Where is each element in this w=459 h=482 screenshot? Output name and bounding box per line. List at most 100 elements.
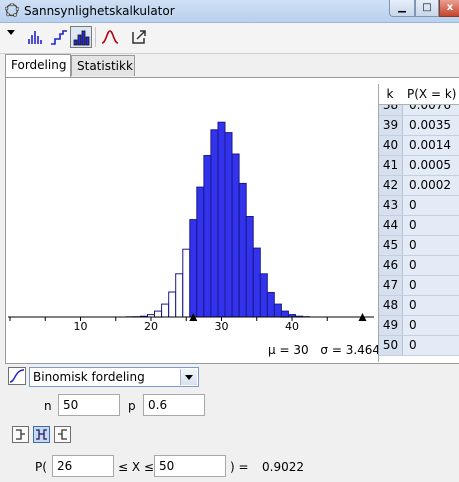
distribution-select-value: Binomisk fordeling xyxy=(33,370,145,384)
p-input[interactable]: 0.6 xyxy=(143,394,205,416)
chart-bar xyxy=(175,273,184,318)
row-probability: 0 xyxy=(403,336,459,355)
table-row[interactable]: 40 0.0014 xyxy=(379,136,459,156)
row-k: 50 xyxy=(379,336,403,355)
tab-fordeling[interactable]: Fordeling xyxy=(5,54,71,77)
p-label: p xyxy=(128,399,136,413)
chart-bar xyxy=(280,310,289,318)
table-row[interactable]: 44 0 xyxy=(379,216,459,236)
chart-bar xyxy=(189,219,198,318)
table-row[interactable]: 48 0 xyxy=(379,296,459,316)
table-header: k P(X = k) xyxy=(379,84,459,105)
table-row[interactable]: 49 0 xyxy=(379,316,459,336)
x-tick-label: 30 xyxy=(215,320,229,333)
probability-equals: ) = xyxy=(230,460,249,474)
bell-curve-icon xyxy=(101,30,119,44)
maximize-icon: □ xyxy=(422,2,432,13)
chart-bar xyxy=(273,303,282,318)
probability-table[interactable]: k P(X = k) 38 0.0076 39 0.0035 40 0.0014 41 0.0… xyxy=(378,84,459,362)
x-tick-label: 40 xyxy=(285,320,299,333)
mean-value: μ = 30 xyxy=(268,343,309,357)
chart-bar xyxy=(154,310,162,318)
table-row[interactable]: 47 0 xyxy=(379,276,459,296)
chart-bar xyxy=(196,186,205,318)
title-bar: Sannsynlighetskalkulator ▁ □ x xyxy=(0,0,459,23)
distribution-chart: 10 20 30 40 xyxy=(8,121,374,333)
table-row[interactable]: 45 0 xyxy=(379,236,459,256)
probability-result: 0.9022 xyxy=(262,460,304,474)
row-probability: 0.0002 xyxy=(403,176,459,195)
table-row[interactable]: 46 0 xyxy=(379,256,459,276)
chart-bar xyxy=(217,121,226,318)
chart-bar xyxy=(252,247,261,318)
toolbar-separator xyxy=(95,27,96,47)
row-probability: 0 xyxy=(403,316,459,335)
upper-bound-input[interactable]: 50 xyxy=(154,455,226,477)
row-k: 48 xyxy=(379,296,403,315)
chart-bar xyxy=(182,248,191,318)
maximize-button[interactable]: □ xyxy=(415,0,439,17)
tab-statistikk[interactable]: Statistikk xyxy=(71,55,135,76)
n-input[interactable]: 50 xyxy=(58,394,120,416)
minimize-button[interactable]: ▁ xyxy=(389,0,415,17)
row-probability: 0 xyxy=(403,256,459,275)
table-row[interactable]: 50 0 xyxy=(379,336,459,356)
minimize-icon: ▁ xyxy=(398,2,406,13)
export-button[interactable] xyxy=(128,26,150,48)
row-k: 40 xyxy=(379,136,403,155)
left-bracket-icon xyxy=(16,429,25,440)
step-function-icon xyxy=(51,30,67,45)
chart-bar xyxy=(231,153,240,318)
row-k: 49 xyxy=(379,316,403,335)
distribution-type-icon[interactable] xyxy=(8,367,26,385)
normal-overlay-button[interactable] xyxy=(99,26,121,48)
lower-bound-input[interactable]: 26 xyxy=(52,455,114,477)
chart-bar xyxy=(266,292,275,318)
bar-chart-icon xyxy=(73,30,90,46)
row-k: 41 xyxy=(379,156,403,175)
probability-operator: ≤ X ≤ xyxy=(118,460,154,474)
right-bracket-icon xyxy=(58,429,67,440)
chart-bar xyxy=(161,303,170,318)
table-row[interactable]: 41 0.0005 xyxy=(379,156,459,176)
histogram-lines-icon xyxy=(28,31,42,44)
row-k: 39 xyxy=(379,116,403,135)
x-tick-label: 10 xyxy=(74,320,88,333)
row-probability: 0.0014 xyxy=(403,136,459,155)
chart-bar xyxy=(238,182,247,318)
row-probability: 0.0035 xyxy=(403,116,459,135)
row-probability: 0.0005 xyxy=(403,156,459,175)
close-button[interactable]: x xyxy=(439,0,459,17)
row-k: 42 xyxy=(379,176,403,195)
bar-chart-button[interactable] xyxy=(70,26,92,48)
chart-bar xyxy=(210,129,219,318)
cumulative-curve-icon xyxy=(9,369,25,383)
app-icon xyxy=(5,3,19,17)
table-row[interactable]: 39 0.0035 xyxy=(379,116,459,136)
right-sided-button[interactable] xyxy=(54,426,71,443)
stats-readout: μ = 30 σ = 3.4641 xyxy=(268,343,396,357)
chart-bar xyxy=(224,132,233,318)
interval-button[interactable] xyxy=(33,426,50,443)
export-icon xyxy=(132,30,146,44)
chart-bar xyxy=(259,273,268,318)
row-probability: 0 xyxy=(403,196,459,215)
toolbar-menu-arrow-icon[interactable] xyxy=(6,29,16,37)
chart-bar xyxy=(168,291,177,318)
distribution-select[interactable]: Binomisk fordeling xyxy=(29,367,199,387)
table-row[interactable]: 43 0 xyxy=(379,196,459,216)
table-row[interactable]: 42 0.0002 xyxy=(379,176,459,196)
x-tick-label: 20 xyxy=(144,320,158,333)
row-probability: 0 xyxy=(403,276,459,295)
left-sided-button[interactable] xyxy=(12,426,29,443)
cumulative-step-button[interactable] xyxy=(48,26,70,48)
chart-bar xyxy=(245,216,254,318)
distribution-curve-button[interactable] xyxy=(24,26,46,48)
window-title: Sannsynlighetskalkulator xyxy=(24,4,175,18)
row-k: 45 xyxy=(379,236,403,255)
interval-icon xyxy=(36,429,47,440)
chart-bar xyxy=(203,155,212,318)
toolbar xyxy=(0,23,459,54)
row-k: 44 xyxy=(379,216,403,235)
chevron-down-icon[interactable] xyxy=(180,369,197,385)
